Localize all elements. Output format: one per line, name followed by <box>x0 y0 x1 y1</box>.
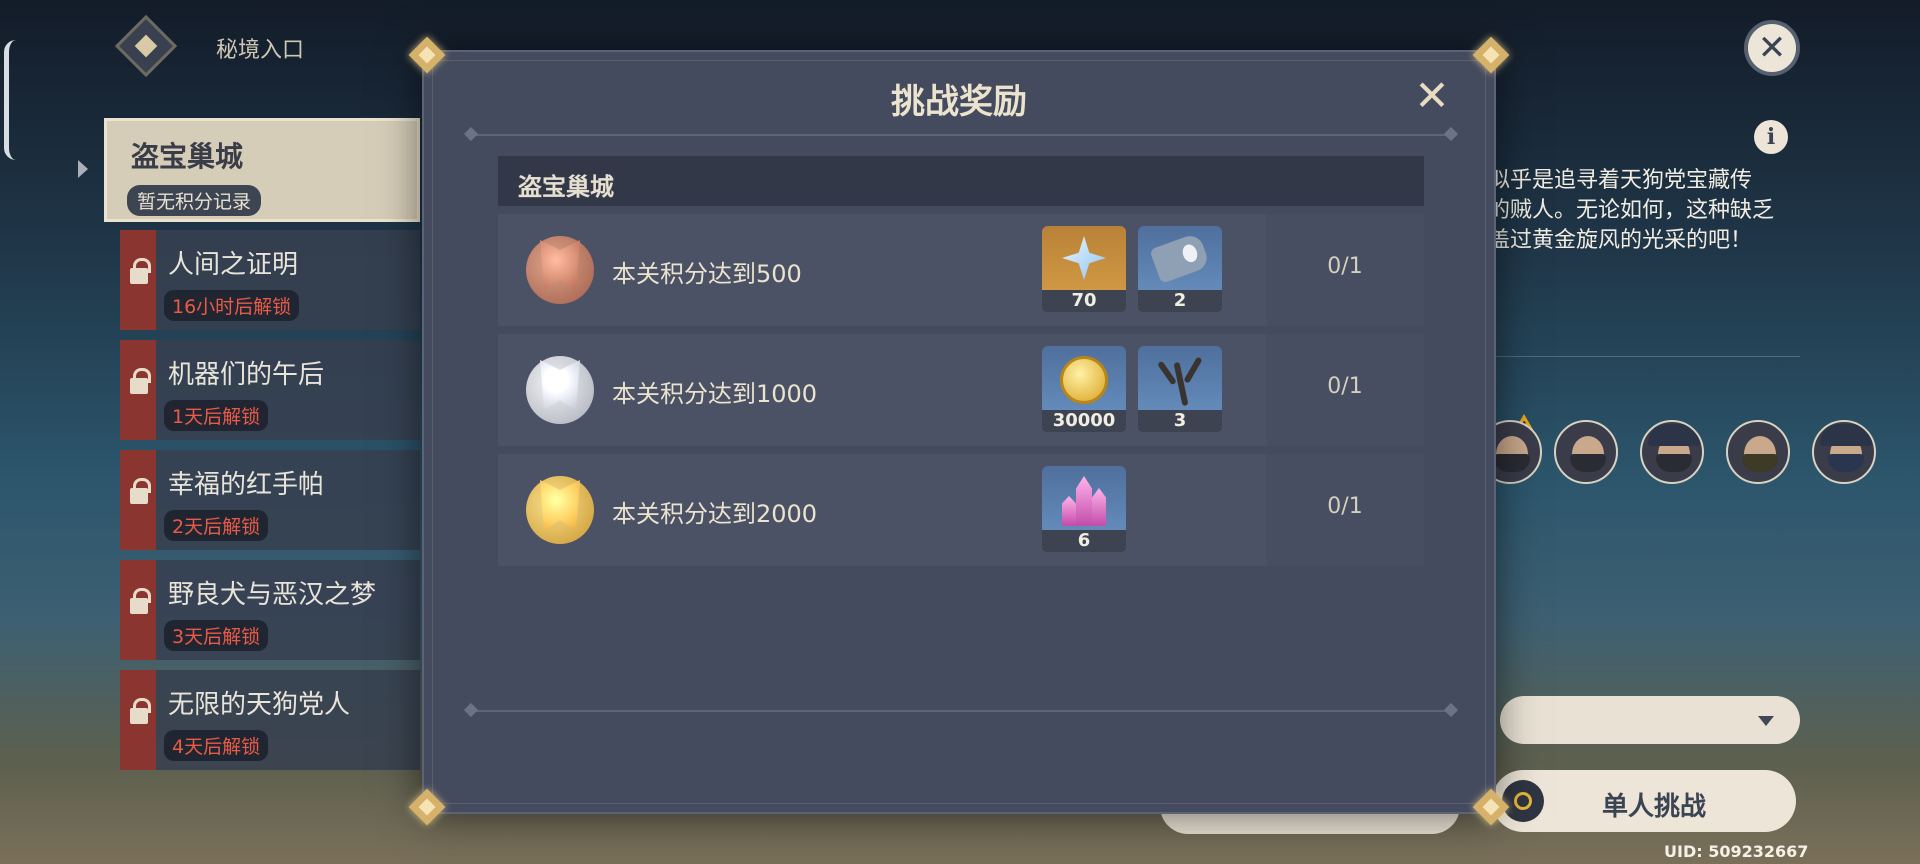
enemy-avatar <box>1554 420 1618 484</box>
unlock-time-badge: 1天后解锁 <box>164 400 269 431</box>
lock-icon <box>130 368 151 394</box>
score-status-badge: 暂无积分记录 <box>127 185 262 216</box>
description-line: 的贼人。无论如何，这种缺乏 <box>1488 198 1775 223</box>
reward-row: 本关积分达到500 70 2 0/1 <box>498 214 1424 326</box>
domain-name: 盗宝巢城 <box>131 140 244 173</box>
reward-item[interactable]: 6 <box>1042 466 1126 552</box>
chevron-down-icon <box>1758 716 1774 726</box>
lock-icon <box>130 698 151 724</box>
domain-name: 无限的天狗党人 <box>168 690 351 720</box>
domain-item[interactable]: 人间之证明 16小时后解锁 <box>120 230 420 330</box>
reward-row: 本关积分达到1000 30000 3 0/1 <box>498 334 1424 446</box>
reward-qty: 6 <box>1042 530 1126 552</box>
divider <box>1490 356 1800 357</box>
lock-icon <box>130 478 151 504</box>
modal-close-button[interactable]: ✕ <box>1410 74 1454 118</box>
unlock-time-badge: 2天后解锁 <box>164 510 269 541</box>
close-button[interactable]: ✕ <box>1744 20 1800 76</box>
reward-qty: 3 <box>1138 410 1222 432</box>
lock-bar <box>120 230 156 330</box>
lock-icon <box>130 588 151 614</box>
domain-item[interactable]: 无限的天狗党人 4天后解锁 <box>120 670 420 770</box>
description-line: 似乎是追寻着天狗党宝藏传 <box>1488 168 1753 193</box>
unlock-time-badge: 4天后解锁 <box>164 730 269 761</box>
reward-qty: 30000 <box>1042 410 1126 432</box>
domain-item-active[interactable]: 盗宝巢城 暂无积分记录 <box>104 118 420 222</box>
domain-item[interactable]: 机器们的午后 1天后解锁 <box>120 340 420 440</box>
section-title: 盗宝巢城 <box>518 173 614 201</box>
modal-title: 挑战奖励 <box>891 82 1027 122</box>
close-icon: ✕ <box>1414 71 1450 120</box>
enemy-avatar <box>1812 420 1876 484</box>
unlock-time-badge: 16小时后解锁 <box>164 290 300 321</box>
reward-condition: 本关积分达到2000 <box>612 500 818 528</box>
confirm-circle-icon <box>1502 780 1544 822</box>
gold-medal-icon <box>526 476 594 544</box>
lock-bar <box>120 560 156 660</box>
mora-icon <box>1060 356 1108 404</box>
domain-item[interactable]: 幸福的红手帕 2天后解锁 <box>120 450 420 550</box>
domain-name: 野良犬与恶汉之梦 <box>168 580 377 610</box>
domain-item[interactable]: 野良犬与恶汉之梦 3天后解锁 <box>120 560 420 660</box>
reward-item[interactable]: 30000 <box>1042 346 1126 432</box>
reward-condition: 本关积分达到1000 <box>612 380 818 408</box>
lock-bar <box>120 450 156 550</box>
reward-qty: 2 <box>1138 290 1222 312</box>
challenge-rewards-modal: 挑战奖励 ✕ 盗宝巢城 本关积分达到500 70 2 0/1 本关积分达到100… <box>422 50 1496 814</box>
reward-progress: 0/1 <box>1327 494 1363 519</box>
domain-name: 幸福的红手帕 <box>168 470 325 500</box>
section-header: 盗宝巢城 <box>498 156 1424 206</box>
coral-branch-icon <box>1156 356 1204 407</box>
crystal-icon <box>1058 474 1110 526</box>
info-icon[interactable]: i <box>1754 120 1788 154</box>
domain-name: 机器们的午后 <box>168 360 325 390</box>
solo-challenge-button[interactable]: 单人挑战 <box>1492 770 1796 832</box>
selected-arrow-icon <box>78 160 88 178</box>
reward-condition: 本关积分达到500 <box>612 260 802 288</box>
reward-qty: 70 <box>1042 290 1126 312</box>
domain-name: 人间之证明 <box>168 250 299 280</box>
reward-progress: 0/1 <box>1327 374 1363 399</box>
enemy-avatar <box>1726 420 1790 484</box>
reward-item[interactable]: 2 <box>1138 226 1222 312</box>
reward-item[interactable]: 3 <box>1138 346 1222 432</box>
domain-description: 似乎是追寻着天狗党宝藏传 的贼人。无论如何，这种缺乏 盖过黄金旋风的光采的吧！ <box>1488 166 1788 256</box>
bronze-medal-icon <box>526 236 594 304</box>
lock-bar <box>120 670 156 770</box>
solo-challenge-label: 单人挑战 <box>1602 792 1707 822</box>
reward-item[interactable]: 70 <box>1042 226 1126 312</box>
unlock-time-badge: 3天后解锁 <box>164 620 269 651</box>
description-line: 盖过黄金旋风的光采的吧！ <box>1488 228 1753 253</box>
uid-label: UID: 509232667 <box>1664 842 1809 861</box>
left-scrollbar[interactable] <box>4 40 18 160</box>
reward-progress: 0/1 <box>1327 254 1363 279</box>
team-select-dropdown[interactable] <box>1500 696 1800 744</box>
close-icon: ✕ <box>1757 28 1787 68</box>
primogem-icon <box>1062 236 1106 280</box>
page-title: 秘境入口 <box>216 38 305 63</box>
divider <box>470 134 1452 136</box>
lock-icon <box>130 258 151 284</box>
lock-bar <box>120 340 156 440</box>
hammer-icon <box>1149 232 1211 284</box>
reward-row: 本关积分达到2000 6 0/1 <box>498 454 1424 566</box>
divider <box>470 710 1452 712</box>
enemy-avatar <box>1640 420 1704 484</box>
silver-medal-icon <box>526 356 594 424</box>
